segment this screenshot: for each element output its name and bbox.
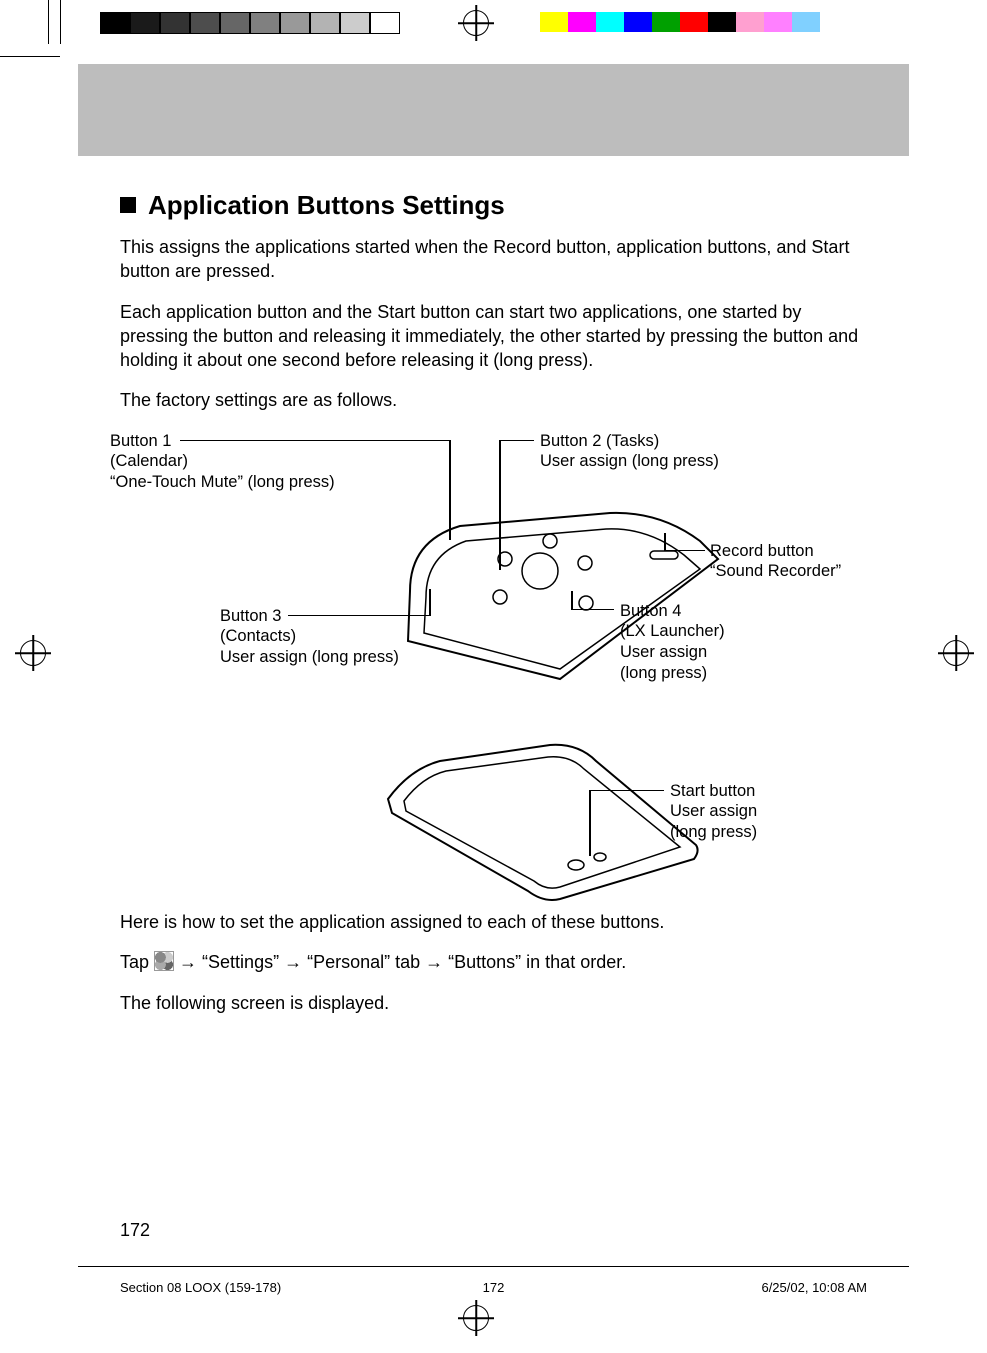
section-heading-text: Application Buttons Settings	[148, 190, 505, 220]
instruction-line-3: The following screen is displayed.	[120, 991, 867, 1015]
callout-line: “One-Touch Mute” (long press)	[110, 472, 335, 493]
start-menu-icon	[154, 951, 174, 971]
device-side-illustration	[380, 741, 700, 901]
swatch	[680, 12, 708, 32]
print-footer: Section 08 LOOX (159-178) 172 6/25/02, 1…	[120, 1280, 867, 1295]
page-number: 172	[120, 1220, 150, 1241]
registration-mark-icon	[943, 640, 969, 666]
leader-line	[180, 440, 450, 442]
leader-line	[449, 440, 451, 540]
swatch	[130, 12, 160, 34]
swatch	[280, 12, 310, 34]
section-heading: Application Buttons Settings	[120, 190, 867, 221]
chapter-header-band	[78, 64, 909, 156]
swatch	[792, 12, 820, 32]
swatch	[340, 12, 370, 34]
button-layout-diagram: Button 1 (Calendar) “One-Touch Mute” (lo…	[120, 431, 867, 941]
intro-paragraph-2: Each application button and the Start bu…	[120, 300, 867, 373]
callout-line: User assign	[620, 642, 725, 663]
callout-line: Record button	[710, 541, 841, 562]
callout-line: User assign (long press)	[220, 647, 399, 668]
callout-line: (Calendar)	[110, 451, 335, 472]
swatch	[370, 12, 400, 34]
crop-mark-icon	[60, 0, 61, 44]
grayscale-calibration-bar	[100, 12, 400, 34]
swatch	[540, 12, 568, 32]
swatch	[568, 12, 596, 32]
registration-mark-icon	[20, 640, 46, 666]
swatch	[250, 12, 280, 34]
swatch	[708, 12, 736, 32]
leader-line	[499, 440, 501, 570]
footer-section: Section 08 LOOX (159-178)	[120, 1280, 281, 1295]
swatch	[310, 12, 340, 34]
intro-paragraph-1: This assigns the applications started wh…	[120, 235, 867, 284]
swatch	[190, 12, 220, 34]
footer-page: 172	[483, 1280, 505, 1295]
callout-record-button: Record button “Sound Recorder”	[710, 541, 841, 582]
instruction-block: Here is how to set the application assig…	[120, 910, 867, 1031]
instruction-line-2: Tap → “Settings” → “Personal” tab → “But…	[120, 950, 867, 974]
registration-mark-icon	[463, 10, 489, 36]
swatch	[624, 12, 652, 32]
callout-line: User assign	[670, 801, 757, 822]
swatch	[764, 12, 792, 32]
leader-line	[429, 589, 431, 616]
callout-start-button: Start button User assign (long press)	[670, 781, 757, 843]
callout-line: (long press)	[670, 822, 757, 843]
leader-line	[288, 615, 430, 617]
swatch	[652, 12, 680, 32]
page: Application Buttons Settings This assign…	[0, 0, 987, 1353]
callout-button-2: Button 2 (Tasks) User assign (long press…	[540, 431, 719, 472]
square-bullet-icon	[120, 197, 136, 213]
color-calibration-bar	[540, 12, 820, 32]
intro-paragraph-3: The factory settings are as follows.	[120, 388, 867, 412]
swatch	[596, 12, 624, 32]
instruction-line-1: Here is how to set the application assig…	[120, 910, 867, 934]
footer-datetime: 6/25/02, 10:08 AM	[761, 1280, 867, 1295]
callout-line: Button 4	[620, 601, 725, 622]
leader-line	[589, 790, 591, 856]
callout-line: (long press)	[620, 663, 725, 684]
tap-prefix: Tap	[120, 952, 154, 972]
swatch	[100, 12, 130, 34]
callout-line: (LX Launcher)	[620, 621, 725, 642]
callout-line: “Sound Recorder”	[710, 561, 841, 582]
leader-line	[665, 550, 705, 552]
swatch	[220, 12, 250, 34]
page-content: Application Buttons Settings This assign…	[120, 190, 867, 941]
callout-button-4: Button 4 (LX Launcher) User assign (long…	[620, 601, 725, 684]
leader-line	[590, 790, 664, 792]
crop-mark-icon	[0, 56, 60, 57]
leader-line	[500, 440, 534, 442]
registration-mark-icon	[463, 1305, 489, 1331]
leader-line	[572, 609, 614, 611]
tap-suffix: → “Settings” → “Personal” tab → “Buttons…	[179, 952, 626, 972]
callout-line: (Contacts)	[220, 626, 399, 647]
leader-line	[571, 591, 573, 610]
swatch	[160, 12, 190, 34]
leader-line	[664, 533, 666, 551]
callout-line: Start button	[670, 781, 757, 802]
crop-mark-icon	[48, 0, 49, 44]
callout-line: User assign (long press)	[540, 451, 719, 472]
swatch	[736, 12, 764, 32]
footer-rule	[78, 1266, 909, 1267]
callout-line: Button 2 (Tasks)	[540, 431, 719, 452]
